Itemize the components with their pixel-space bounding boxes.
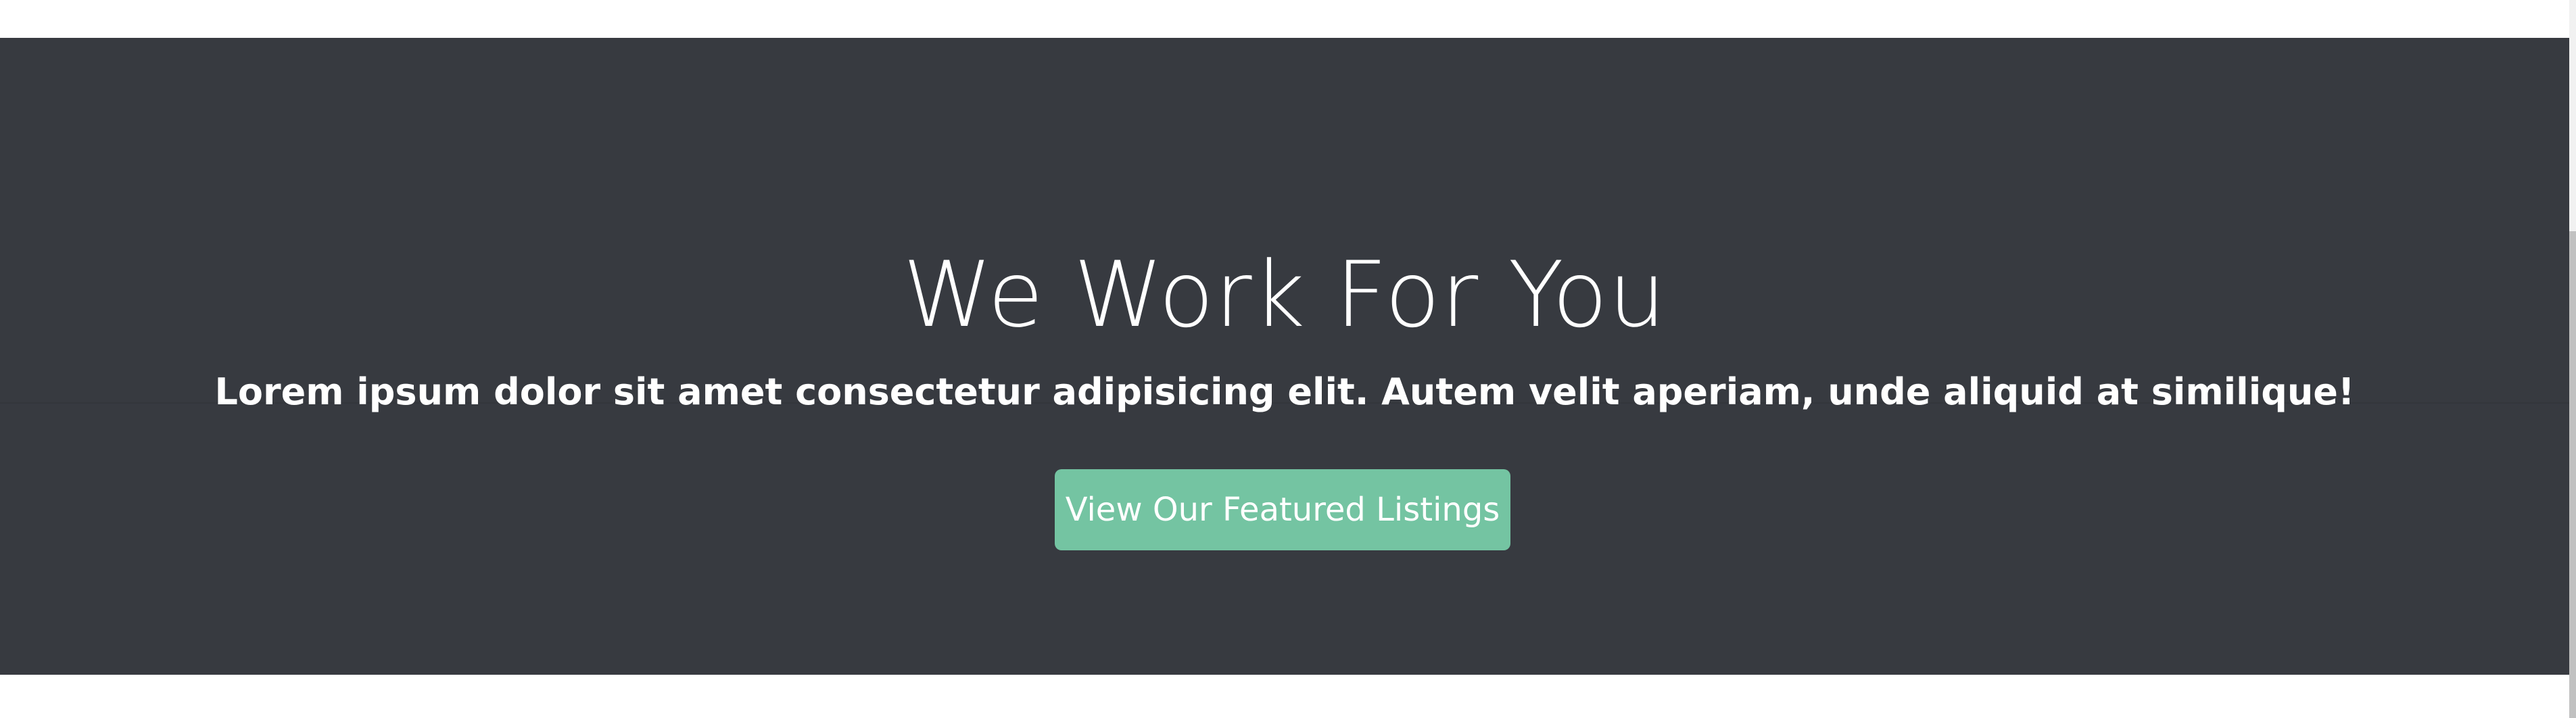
hero-section: We Work For You Lorem ipsum dolor sit am…: [0, 38, 2569, 675]
scrollbar-thumb[interactable]: [2569, 231, 2576, 718]
view-featured-listings-button[interactable]: View Our Featured Listings: [1055, 469, 1510, 550]
hero-title: We Work For You: [903, 242, 1667, 348]
hero-lead: Lorem ipsum dolor sit amet consectetur a…: [214, 370, 2355, 413]
page: We Work For You Lorem ipsum dolor sit am…: [0, 0, 2576, 718]
scrollbar-track[interactable]: [2569, 0, 2576, 718]
